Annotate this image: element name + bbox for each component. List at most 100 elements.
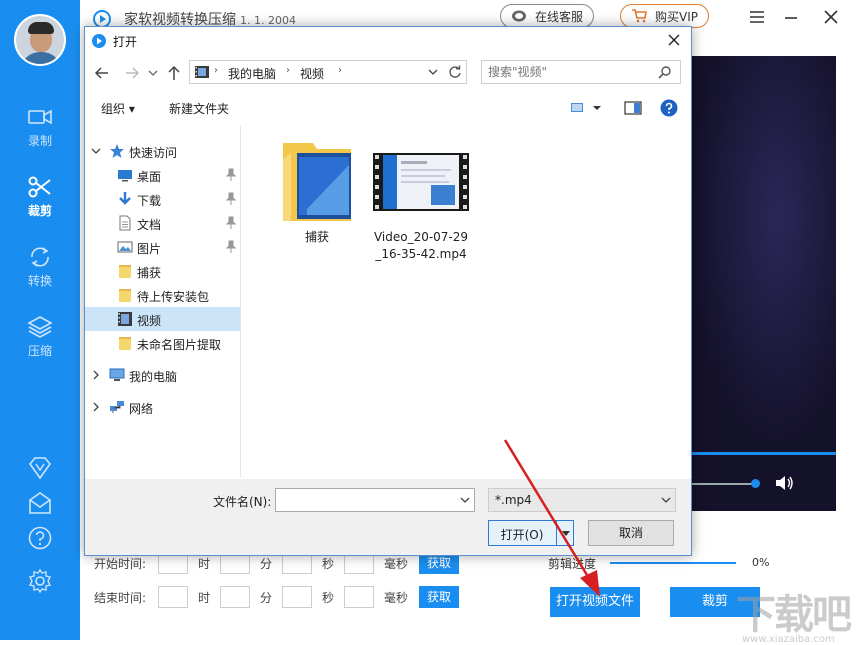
tree-item-videos[interactable]: 视频 bbox=[85, 307, 240, 331]
pin-icon bbox=[225, 240, 237, 253]
end-minute-input[interactable] bbox=[220, 586, 250, 608]
diamond-icon[interactable] bbox=[27, 455, 53, 481]
volume-slider-knob[interactable] bbox=[751, 479, 760, 488]
filename-input[interactable] bbox=[275, 488, 475, 512]
minimize-icon[interactable] bbox=[780, 6, 802, 28]
end-second-input[interactable] bbox=[282, 586, 312, 608]
video-progress-bar[interactable] bbox=[690, 452, 836, 455]
computer-icon bbox=[109, 368, 125, 381]
sidebar-item-record[interactable]: 录制 bbox=[0, 104, 80, 149]
buy-vip-button[interactable]: 购买VIP bbox=[620, 4, 709, 28]
back-icon[interactable] bbox=[93, 64, 111, 82]
video-preview[interactable] bbox=[690, 56, 836, 511]
tree-item-capture[interactable]: 捕获 bbox=[85, 259, 240, 283]
dialog-toolbar: 组织 ▾ 新建文件夹 bbox=[85, 93, 691, 123]
tree-item-downloads[interactable]: 下载 bbox=[85, 187, 240, 211]
tree-item-pending-upload[interactable]: 待上传安装包 bbox=[85, 283, 240, 307]
avatar[interactable] bbox=[14, 14, 66, 66]
open-file-dialog: 打开 › 我的电脑 › 视频 › 组织 ▾ 新建文件夹 bbox=[84, 26, 692, 556]
tree-item-desktop[interactable]: 桌面 bbox=[85, 163, 240, 187]
picture-icon bbox=[117, 241, 133, 253]
volume-slider-track[interactable] bbox=[690, 483, 754, 485]
tree-item-network[interactable]: 网络 bbox=[85, 395, 240, 419]
convert-icon bbox=[31, 247, 49, 267]
desktop-icon bbox=[118, 170, 132, 182]
cancel-button[interactable]: 取消 bbox=[588, 520, 674, 546]
layers-icon bbox=[27, 316, 53, 338]
end-ms-input[interactable] bbox=[344, 586, 374, 608]
app-logo-icon bbox=[92, 34, 106, 48]
video-folder-icon bbox=[118, 312, 132, 326]
open-button[interactable]: 打开(O) bbox=[488, 520, 574, 546]
dialog-close-icon[interactable] bbox=[665, 31, 683, 49]
up-icon[interactable] bbox=[165, 64, 183, 82]
ms-unit: 毫秒 bbox=[384, 557, 409, 571]
chevron-right-icon[interactable] bbox=[91, 401, 101, 413]
search-input[interactable] bbox=[482, 61, 652, 83]
ms-unit: 毫秒 bbox=[384, 591, 409, 605]
video-file-thumbnail-icon bbox=[373, 153, 469, 211]
view-dropdown-icon[interactable] bbox=[591, 98, 603, 118]
star-icon bbox=[110, 144, 124, 158]
organize-menu[interactable]: 组织 ▾ bbox=[101, 100, 135, 117]
end-hour-input[interactable] bbox=[158, 586, 188, 608]
filetype-select[interactable]: *.mp4 bbox=[488, 488, 676, 512]
watermark: 下载吧 www.xiazaiba.com bbox=[736, 592, 852, 645]
folder-icon bbox=[119, 337, 131, 350]
chevron-down-icon[interactable] bbox=[91, 145, 101, 157]
tree-item-pictures[interactable]: 图片 bbox=[85, 235, 240, 259]
view-mode-icon[interactable] bbox=[569, 98, 589, 118]
recent-dropdown-icon[interactable] bbox=[147, 64, 159, 82]
hour-unit: 时 bbox=[198, 591, 211, 605]
video-folder-icon bbox=[195, 66, 209, 78]
headset-icon bbox=[512, 10, 526, 22]
dialog-title-bar: 打开 bbox=[85, 27, 691, 55]
preview-pane-icon[interactable] bbox=[623, 98, 643, 118]
settings-icon[interactable] bbox=[27, 568, 53, 594]
refresh-button[interactable] bbox=[445, 60, 467, 84]
breadcrumb-item[interactable]: 我的电脑 bbox=[228, 65, 276, 82]
online-service-button[interactable]: 在线客服 bbox=[500, 4, 595, 28]
mail-icon[interactable] bbox=[27, 490, 53, 516]
breadcrumb-separator: › bbox=[286, 65, 290, 76]
volume-icon[interactable] bbox=[774, 474, 794, 492]
network-icon bbox=[110, 401, 124, 413]
open-options-dropdown-icon[interactable] bbox=[561, 527, 571, 539]
sidebar-item-convert[interactable]: 转换 bbox=[0, 244, 80, 289]
end-time-row: 结束时间: 时 分 秒 毫秒 获取 bbox=[94, 586, 474, 608]
tree-item-documents[interactable]: 文档 bbox=[85, 211, 240, 235]
file-list: 捕获 Video_20-07-29_16-35-42.mp4 bbox=[243, 125, 689, 477]
breadcrumb-separator: › bbox=[338, 65, 342, 76]
second-unit: 秒 bbox=[322, 591, 335, 605]
skin-icon[interactable] bbox=[746, 6, 768, 28]
pin-icon bbox=[225, 216, 237, 229]
address-dropdown-icon[interactable] bbox=[428, 67, 438, 77]
new-folder-button[interactable]: 新建文件夹 bbox=[169, 100, 229, 117]
tree-item-quick-access[interactable]: 快速访问 bbox=[85, 139, 240, 163]
video-camera-icon bbox=[28, 109, 52, 125]
address-bar[interactable]: › 我的电脑 › 视频 › bbox=[189, 60, 457, 84]
sidebar-item-compress[interactable]: 压缩 bbox=[0, 314, 80, 359]
second-unit: 秒 bbox=[322, 557, 335, 571]
chevron-down-icon[interactable] bbox=[460, 494, 470, 506]
help-icon[interactable] bbox=[659, 98, 679, 118]
forward-icon[interactable] bbox=[123, 64, 141, 82]
open-video-button[interactable]: 打开视频文件 bbox=[550, 587, 640, 617]
download-icon bbox=[119, 192, 131, 205]
search-icon[interactable] bbox=[658, 65, 672, 79]
start-time-label: 开始时间: bbox=[94, 557, 147, 571]
sidebar-item-label: 裁剪 bbox=[27, 204, 52, 218]
dialog-title: 打开 bbox=[113, 35, 138, 49]
close-icon[interactable] bbox=[820, 6, 842, 28]
clip-progress-bar bbox=[610, 562, 736, 564]
tree-item-unnamed-extract[interactable]: 未命名图片提取 bbox=[85, 331, 240, 355]
breadcrumb-separator: › bbox=[214, 65, 218, 76]
tree-item-my-computer[interactable]: 我的电脑 bbox=[85, 363, 240, 387]
sidebar-item-crop[interactable]: 裁剪 bbox=[0, 174, 80, 219]
chevron-down-icon bbox=[661, 497, 671, 503]
chevron-right-icon[interactable] bbox=[91, 369, 101, 381]
dialog-footer: 文件名(N): *.mp4 打开(O) 取消 bbox=[85, 479, 691, 555]
help-icon[interactable] bbox=[27, 525, 53, 551]
breadcrumb-item[interactable]: 视频 bbox=[300, 65, 324, 82]
get-end-time-button[interactable]: 获取 bbox=[419, 586, 459, 608]
